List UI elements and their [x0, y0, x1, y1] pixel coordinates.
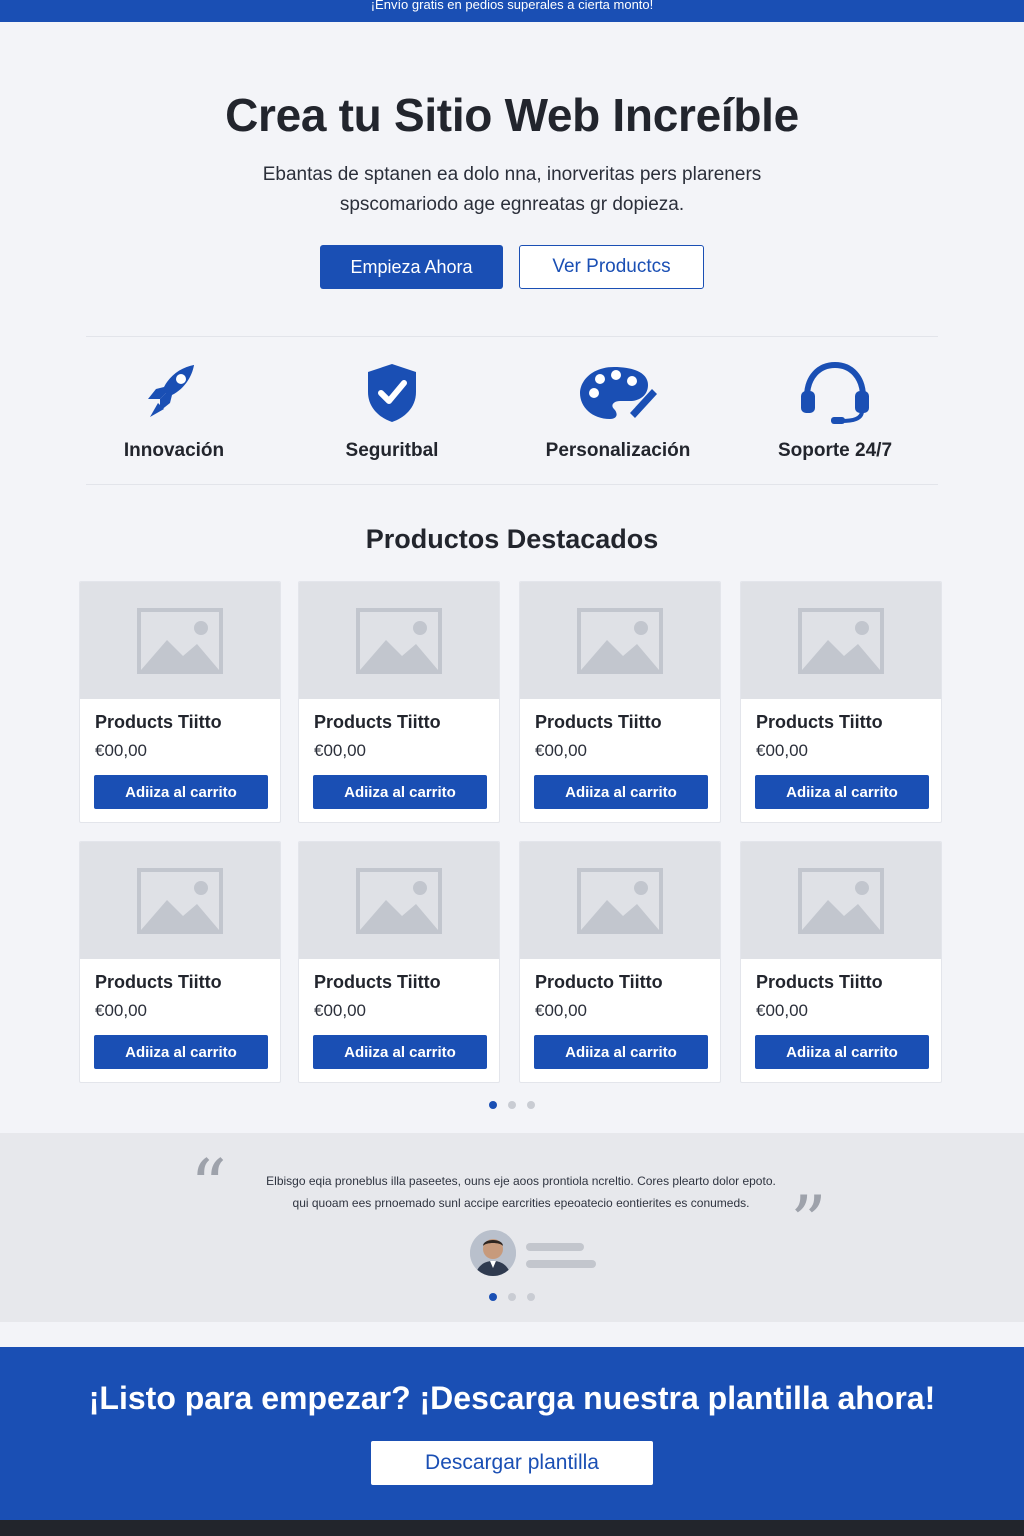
pagination-dot[interactable] — [508, 1293, 516, 1301]
products-pagination — [0, 1101, 1024, 1109]
image-placeholder-icon — [577, 867, 663, 934]
product-image — [80, 582, 280, 699]
product-name: Products Tiitto — [314, 972, 441, 992]
view-products-button[interactable]: Ver Productcs — [519, 245, 704, 289]
product-name: Products Tiitto — [314, 712, 441, 732]
feature-label: Innovación — [123, 440, 225, 461]
feature-label: Personalización — [545, 440, 691, 461]
divider — [86, 336, 938, 337]
testimonial-pagination — [0, 1293, 1024, 1301]
hero-subtitle: Ebantas de sptanen ea dolo nna, inorveri… — [212, 160, 812, 220]
products-section-title: Productos Destacados — [365, 524, 659, 554]
rocket-icon — [74, 358, 274, 428]
product-price: €00,00 — [314, 741, 366, 760]
cta-title: ¡Listo para empezar? ¡Descarga nuestra p… — [88, 1380, 936, 1416]
download-template-button[interactable]: Descargar plantilla — [371, 1441, 653, 1485]
image-placeholder-icon — [577, 607, 663, 674]
footer — [0, 1520, 1024, 1536]
add-to-cart-button[interactable]: Adiiza al carrito — [313, 775, 487, 809]
product-image — [80, 842, 280, 959]
add-to-cart-button[interactable]: Adiiza al carrito — [94, 1035, 268, 1069]
testimonial-text: Elbisgo eqia proneblus illa paseetes, ou… — [246, 1170, 796, 1214]
announcement-bar: ¡Envío gratis en pedios superales a cier… — [0, 0, 1024, 22]
image-placeholder-icon — [798, 607, 884, 674]
product-card[interactable]: Products Tiitto €00,00 Adiiza al carrito — [298, 581, 500, 823]
feature-label: Soporte 24/7 — [777, 440, 893, 461]
product-name: Products Tiitto — [756, 712, 883, 732]
pagination-dot[interactable] — [508, 1101, 516, 1109]
product-price: €00,00 — [535, 741, 587, 760]
author-role-placeholder — [526, 1260, 596, 1268]
product-image — [520, 582, 720, 699]
author-name-placeholder — [526, 1243, 584, 1251]
testimonial-line-2: qui quoam ees prnoemado sunl accipe earc… — [292, 1196, 750, 1210]
pagination-dot[interactable] — [489, 1101, 497, 1109]
start-now-button[interactable]: Empieza Ahora — [320, 245, 503, 289]
pagination-dot[interactable] — [527, 1293, 535, 1301]
product-card[interactable]: Producto Tiitto €00,00 Adiiza al carrito — [519, 841, 721, 1083]
product-name: Products Tiitto — [535, 712, 662, 732]
add-to-cart-button[interactable]: Adiiza al carrito — [534, 775, 708, 809]
image-placeholder-icon — [137, 607, 223, 674]
add-to-cart-button[interactable]: Adiiza al carrito — [534, 1035, 708, 1069]
feature-personalization: Personalización — [518, 358, 718, 462]
product-card[interactable]: Products Tiitto €00,00 Adiiza al carrito — [519, 581, 721, 823]
product-price: €00,00 — [95, 741, 147, 760]
product-name: Products Tiitto — [95, 972, 222, 992]
avatar — [470, 1230, 516, 1276]
product-price: €00,00 — [314, 1001, 366, 1020]
product-image — [741, 842, 941, 959]
product-name: Producto Tiitto — [535, 972, 663, 992]
product-price: €00,00 — [756, 741, 808, 760]
product-image — [520, 842, 720, 959]
add-to-cart-button[interactable]: Adiiza al carrito — [94, 775, 268, 809]
product-card[interactable]: Products Tiitto €00,00 Adiiza al carrito — [79, 581, 281, 823]
image-placeholder-icon — [137, 867, 223, 934]
pagination-dot[interactable] — [527, 1101, 535, 1109]
image-placeholder-icon — [356, 867, 442, 934]
feature-support: Soporte 24/7 — [735, 358, 935, 462]
product-price: €00,00 — [756, 1001, 808, 1020]
add-to-cart-button[interactable]: Adiiza al carrito — [755, 1035, 929, 1069]
product-price: €00,00 — [95, 1001, 147, 1020]
palette-icon — [518, 358, 718, 428]
image-placeholder-icon — [798, 867, 884, 934]
feature-security: Seguritbal — [292, 358, 492, 462]
divider — [86, 484, 938, 485]
headset-icon — [735, 358, 935, 428]
quote-open-icon: “ — [190, 1144, 227, 1228]
pagination-dot[interactable] — [489, 1293, 497, 1301]
product-card[interactable]: Products Tiitto €00,00 Adiiza al carrito — [740, 841, 942, 1083]
product-price: €00,00 — [535, 1001, 587, 1020]
image-placeholder-icon — [356, 607, 442, 674]
hero-title: Crea tu Sitio Web Increíble — [225, 89, 799, 141]
product-card[interactable]: Products Tiitto €00,00 Adiiza al carrito — [740, 581, 942, 823]
feature-innovation: Innovación — [74, 358, 274, 462]
feature-label: Seguritbal — [345, 440, 439, 461]
announcement-text: ¡Envío gratis en pedios superales a cier… — [370, 0, 654, 12]
add-to-cart-button[interactable]: Adiiza al carrito — [755, 775, 929, 809]
shield-check-icon — [292, 358, 492, 428]
hero-subtitle-line-2: spscomariodo age egnreatas gr dopieza. — [339, 194, 685, 215]
product-image — [299, 582, 499, 699]
cta-banner — [0, 1347, 1024, 1520]
hero-subtitle-line-1: Ebantas de sptanen ea dolo nna, inorveri… — [262, 164, 762, 185]
testimonial-line-1: Elbisgo eqia proneblus illa paseetes, ou… — [266, 1174, 776, 1188]
product-image — [299, 842, 499, 959]
add-to-cart-button[interactable]: Adiiza al carrito — [313, 1035, 487, 1069]
product-card[interactable]: Products Tiitto €00,00 Adiiza al carrito — [298, 841, 500, 1083]
product-name: Products Tiitto — [756, 972, 883, 992]
product-name: Products Tiitto — [95, 712, 222, 732]
product-card[interactable]: Products Tiitto €00,00 Adiiza al carrito — [79, 841, 281, 1083]
product-image — [741, 582, 941, 699]
